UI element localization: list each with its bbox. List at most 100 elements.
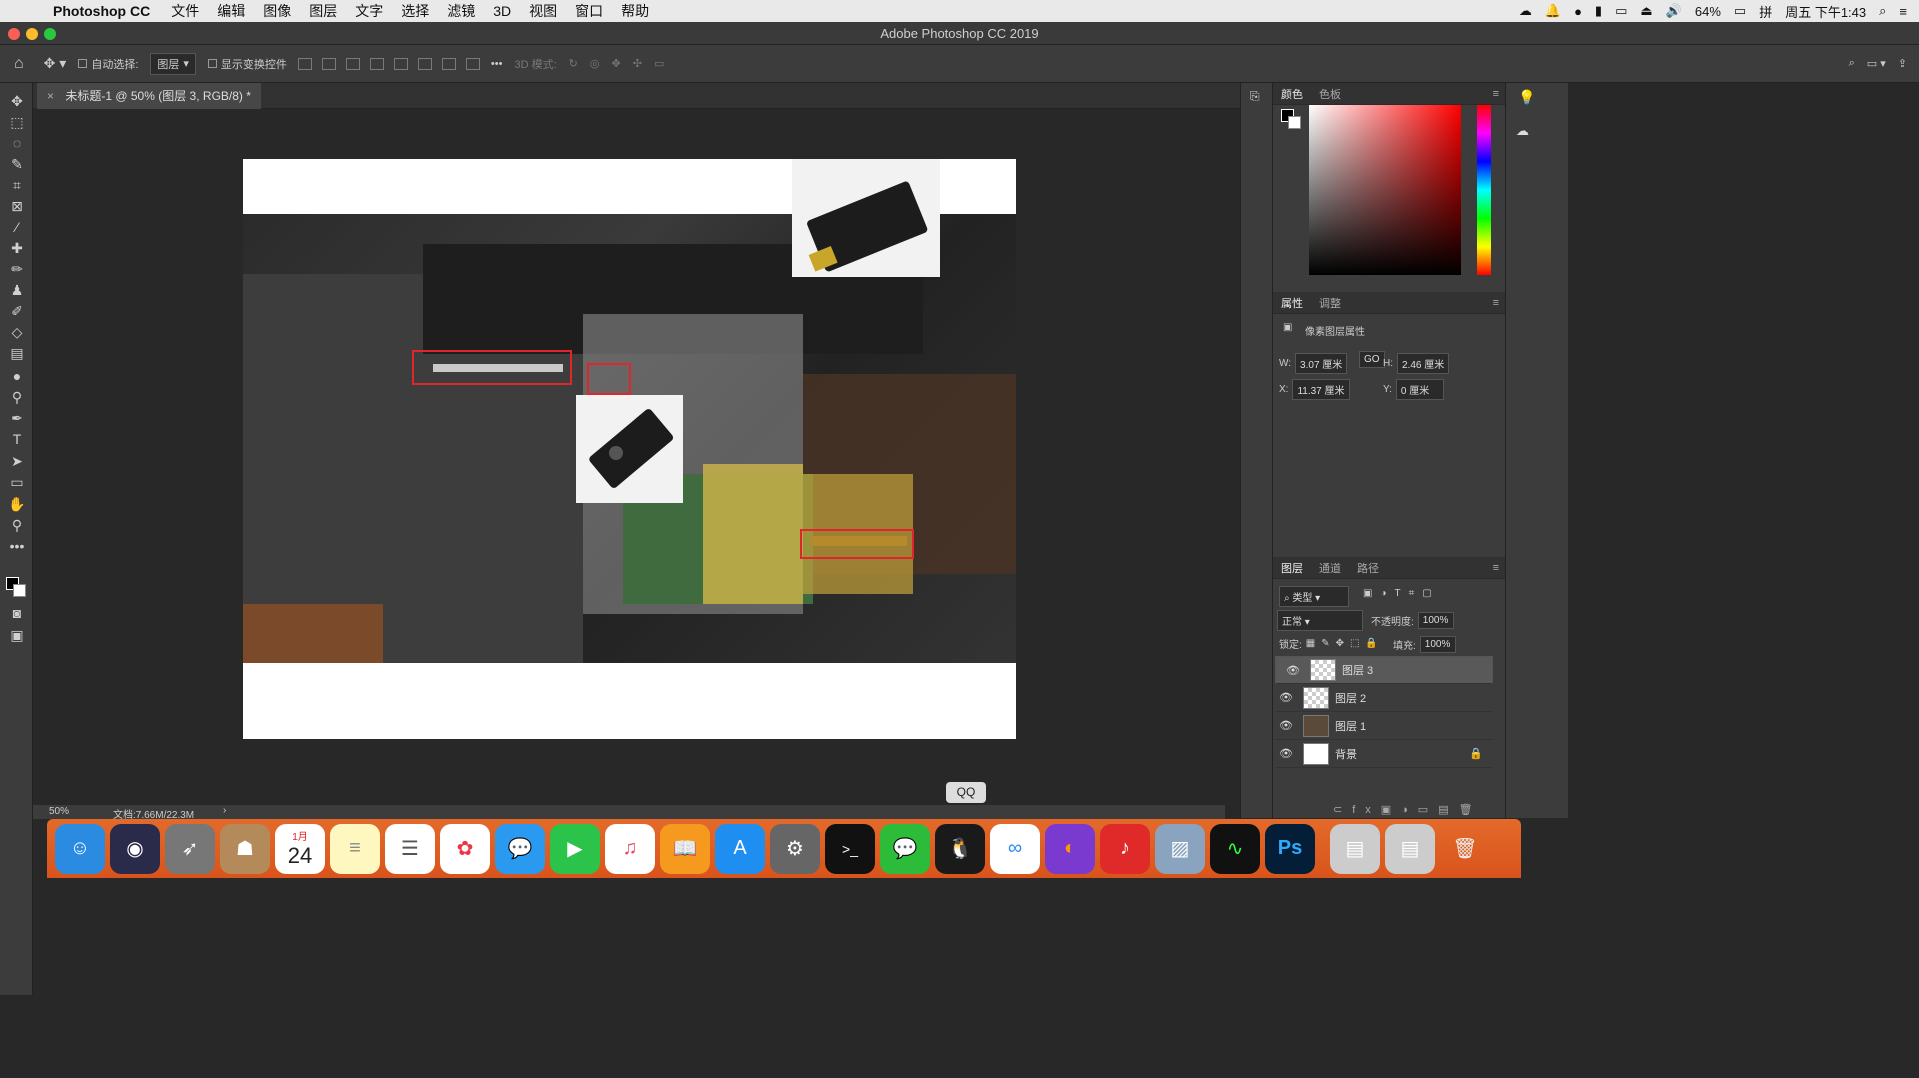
system-preferences-icon[interactable]: ⚙ (770, 823, 820, 874)
menu-edit[interactable]: 编辑 (208, 1, 254, 21)
layer-actions[interactable]: ⊂fx▣◑▭▤🗑 (1333, 803, 1483, 816)
3d-roll-icon[interactable]: ◎ (590, 57, 600, 70)
eject-icon[interactable]: ⏏ (1640, 3, 1652, 19)
recent-window-thumbnail-icon[interactable]: ▤ (1330, 823, 1380, 874)
creative-cloud-icon[interactable]: ☁ (1519, 3, 1532, 19)
eye-icon[interactable]: 👁 (1275, 691, 1297, 704)
lock-icons[interactable]: ▦✎✥⬚🔒 (1306, 638, 1384, 649)
home-icon[interactable]: ⌂ (14, 55, 24, 73)
wechat-status-icon[interactable]: ● (1574, 4, 1582, 19)
history-panel-icon[interactable]: ⎘ (1250, 89, 1260, 104)
background-color-swatch[interactable] (13, 584, 26, 597)
contacts-icon[interactable]: ☗ (220, 823, 270, 874)
blur-tool-icon[interactable]: ● (6, 366, 28, 386)
books-icon[interactable]: 📖 (660, 823, 710, 874)
eraser-tool-icon[interactable]: ◇ (6, 322, 28, 342)
3d-scale-icon[interactable]: ▭ (654, 57, 664, 70)
rectangle-tool-icon[interactable]: ▭ (6, 472, 28, 492)
layer-row[interactable]: 👁 图层 3 (1275, 656, 1493, 684)
width-field[interactable]: 3.07 厘米 (1295, 353, 1348, 374)
volume-icon[interactable]: 🔊 (1666, 3, 1682, 19)
calendar-icon[interactable]: 1月 24 (275, 823, 325, 874)
align-center-icon[interactable] (321, 57, 336, 70)
facetime-icon[interactable]: ▶ (550, 823, 600, 874)
itunes-icon[interactable]: ♫ (605, 823, 655, 874)
move-tool-icon[interactable]: ✥ (6, 91, 28, 111)
photos-icon[interactable]: ✿ (440, 823, 490, 874)
tab-color[interactable]: 颜色 (1273, 86, 1311, 102)
menu-layer[interactable]: 图层 (300, 1, 346, 21)
layer-row[interactable]: 👁 图层 2 (1275, 684, 1493, 712)
y-field[interactable]: 0 厘米 (1395, 379, 1444, 400)
battery-percent[interactable]: 64% (1695, 4, 1721, 19)
terminal-icon[interactable]: >_ (825, 823, 875, 874)
layer-row[interactable]: 👁 图层 1 (1275, 712, 1493, 740)
trash-icon[interactable]: 🗑 (1440, 824, 1490, 874)
align-right-icon[interactable] (345, 57, 360, 70)
3d-slide-icon[interactable]: ✣ (633, 57, 642, 70)
layer-name[interactable]: 图层 1 (1335, 718, 1366, 734)
qq-icon[interactable]: 🐧 (935, 823, 985, 874)
menu-app-name[interactable]: Photoshop CC (44, 3, 162, 19)
tab-layers[interactable]: 图层 (1273, 560, 1311, 576)
panel-menu-icon[interactable]: ≡ (1485, 562, 1505, 574)
status-menu-chevron-icon[interactable]: › (223, 805, 226, 816)
layer-name[interactable]: 图层 3 (1342, 662, 1373, 678)
netease-music-icon[interactable]: ♪ (1100, 823, 1150, 874)
close-window-button[interactable] (8, 28, 20, 40)
menu-type[interactable]: 文字 (346, 1, 392, 21)
menu-select[interactable]: 选择 (392, 1, 438, 21)
airplay-icon[interactable]: ▭ (1615, 3, 1627, 19)
app-store-icon[interactable]: A (715, 823, 765, 874)
align-bottom-icon[interactable] (441, 57, 456, 70)
hand-tool-icon[interactable]: ✋ (6, 494, 28, 514)
distribute-vertical-icon[interactable] (465, 57, 480, 70)
messages-icon[interactable]: 💬 (495, 823, 545, 874)
auto-select-checkbox[interactable]: 自动选择: (78, 56, 138, 72)
distribute-icon[interactable] (369, 57, 384, 70)
history-brush-tool-icon[interactable]: ✐ (6, 301, 28, 321)
tab-paths[interactable]: 路径 (1349, 560, 1387, 576)
quick-mask-icon[interactable]: ◙ (6, 603, 28, 623)
clone-stamp-tool-icon[interactable]: ♟ (6, 280, 28, 300)
eye-icon[interactable]: 👁 (1275, 747, 1297, 760)
auto-select-dropdown[interactable]: 图层 ▾ (150, 52, 196, 75)
healing-brush-tool-icon[interactable]: ✚ (6, 238, 28, 258)
color-panel-background-swatch[interactable] (1288, 116, 1301, 129)
firefox-icon[interactable]: ◐ (1045, 823, 1095, 874)
height-field[interactable]: 2.46 厘米 (1397, 353, 1450, 374)
notification-center-icon[interactable]: ≡ (1899, 4, 1907, 19)
preview-icon[interactable]: ▨ (1155, 823, 1205, 874)
menu-image[interactable]: 图像 (254, 1, 300, 21)
workspace-icon[interactable]: ▭ ▾ (1867, 57, 1886, 70)
finder-icon[interactable]: ☺ (55, 823, 105, 874)
align-left-icon[interactable] (297, 57, 312, 70)
layer-name[interactable]: 图层 2 (1335, 690, 1366, 706)
screen-mode-icon[interactable]: ▣ (6, 625, 28, 645)
menu-view[interactable]: 视图 (520, 1, 566, 21)
battery-icon[interactable]: ▭ (1734, 3, 1746, 19)
move-tool-preset-icon[interactable]: ✥ ▾ (44, 55, 67, 72)
eye-icon[interactable]: 👁 (1275, 719, 1297, 732)
x-field[interactable]: 11.37 厘米 (1292, 379, 1350, 400)
menu-3d[interactable]: 3D (484, 3, 520, 19)
edit-toolbar-icon[interactable]: ••• (6, 536, 28, 556)
show-transform-checkbox[interactable]: 显示变换控件 (207, 56, 287, 72)
zoom-level[interactable]: 50% (49, 806, 69, 817)
lightbulb-icon[interactable]: 💡 (1518, 89, 1535, 106)
align-top-icon[interactable] (393, 57, 408, 70)
wechat-icon[interactable]: 💬 (880, 823, 930, 874)
brush-tool-icon[interactable]: ✏ (6, 259, 28, 279)
tab-adjustments[interactable]: 调整 (1311, 295, 1349, 311)
fill-field[interactable]: 100% (1419, 636, 1456, 653)
libraries-icon[interactable]: ☁ (1516, 123, 1529, 139)
bell-icon[interactable]: 🔔 (1545, 3, 1561, 19)
zoom-window-button[interactable] (44, 28, 56, 40)
recent-window-thumbnail-icon[interactable]: ▤ (1385, 823, 1435, 874)
tab-channels[interactable]: 通道 (1311, 560, 1349, 576)
align-middle-icon[interactable] (417, 57, 432, 70)
type-tool-icon[interactable]: T (6, 429, 28, 449)
siri-icon[interactable]: ◉ (110, 823, 160, 874)
zoom-tool-icon[interactable]: ⚲ (6, 515, 28, 535)
link-dimensions-button[interactable]: GO (1359, 351, 1385, 368)
